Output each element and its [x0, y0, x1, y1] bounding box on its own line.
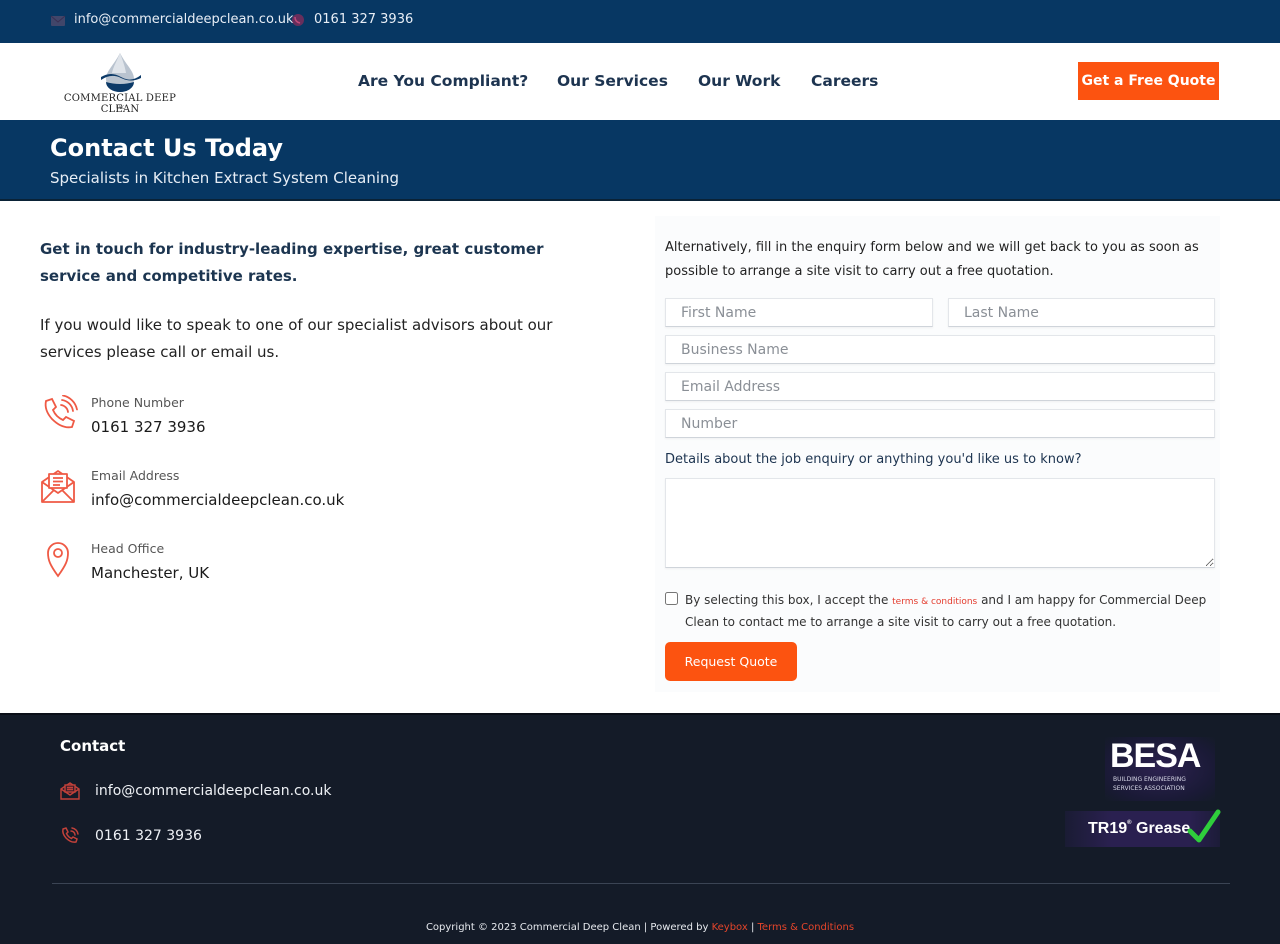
footer-email-link[interactable]: info@commercialdeepclean.co.uk: [60, 781, 331, 801]
number-input[interactable]: [665, 409, 1215, 438]
copyright-separator: |: [747, 922, 758, 933]
nav-our-work[interactable]: Our Work: [698, 72, 780, 90]
footer-phone-text: 0161 327 3936: [95, 828, 202, 844]
details-textarea[interactable]: [665, 478, 1215, 568]
first-name-input[interactable]: [665, 298, 933, 327]
top-bar: info@commercialdeepclean.co.uk 0161 327 …: [0, 0, 1280, 43]
phone-icon: [60, 826, 80, 846]
topbar-phone-text: 0161 327 3936: [314, 12, 414, 27]
tr19-text: TR19: [1088, 820, 1128, 837]
logo-subtext: UK: [116, 105, 124, 111]
nav-our-services[interactable]: Our Services: [557, 72, 668, 90]
topbar-email-link[interactable]: info@commercialdeepclean.co.uk: [50, 12, 294, 27]
besa-badge: BESA BUILDING ENGINEERING SERVICES ASSOC…: [1105, 737, 1215, 801]
water-drop-logo-icon: [101, 53, 141, 92]
tr19-suffix: Grease: [1131, 820, 1191, 837]
nav-are-you-compliant[interactable]: Are You Compliant?: [358, 72, 528, 90]
terms-conditions-link[interactable]: terms & conditions: [892, 597, 977, 607]
site-header: Commercial Deep Clean UK Are You Complia…: [0, 43, 1280, 120]
details-label: Details about the job enquiry or anythin…: [665, 452, 1082, 467]
envelope-icon: [40, 468, 78, 506]
request-quote-button[interactable]: Request Quote: [665, 642, 797, 681]
footer-heading: Contact: [60, 737, 126, 755]
enquiry-form: Alternatively, fill in the enquiry form …: [655, 216, 1220, 692]
site-footer: Contact info@commercialdeepclean.co.uk 0…: [0, 713, 1280, 944]
footer-divider: [52, 883, 1230, 884]
business-name-input[interactable]: [665, 335, 1215, 364]
topbar-phone-link[interactable]: 0161 327 3936: [290, 12, 413, 27]
page-subtitle: Specialists in Kitchen Extract System Cl…: [50, 169, 400, 187]
get-free-quote-button[interactable]: Get a Free Quote: [1078, 62, 1219, 100]
contact-email-value[interactable]: info@commercialdeepclean.co.uk: [91, 491, 344, 509]
powered-by-link[interactable]: Keybox: [712, 922, 748, 933]
tr19-grease-badge: TR19® Grease: [1065, 809, 1221, 847]
contact-phone-value[interactable]: 0161 327 3936: [91, 418, 206, 436]
phone-icon: [40, 394, 78, 433]
contact-email-label: Email Address: [91, 468, 180, 483]
last-name-input[interactable]: [948, 298, 1215, 327]
footer-email-text: info@commercialdeepclean.co.uk: [95, 783, 332, 799]
contact-phone-label: Phone Number: [91, 395, 184, 410]
nav-careers[interactable]: Careers: [811, 72, 878, 90]
envelope-icon: [60, 781, 80, 801]
intro-text: If you would like to speak to one of our…: [40, 316, 553, 361]
email-input[interactable]: [665, 372, 1215, 401]
intro-heading: Get in touch for industry-leading expert…: [40, 240, 544, 285]
besa-title: BESA: [1110, 737, 1201, 775]
page-banner: Contact Us Today Specialists in Kitchen …: [0, 120, 1280, 201]
besa-subtitle: BUILDING ENGINEERING SERVICES ASSOCIATIO…: [1113, 776, 1186, 792]
logo[interactable]: Commercial Deep Clean UK: [52, 51, 188, 115]
contact-office-label: Head Office: [91, 541, 165, 556]
footer-phone-link[interactable]: 0161 327 3936: [60, 826, 202, 846]
tr19-label: TR19® Grease: [1088, 820, 1190, 838]
checkmark-icon: [1187, 809, 1221, 843]
consent-checkbox[interactable]: [665, 592, 678, 605]
form-intro: Alternatively, fill in the enquiry form …: [665, 240, 1199, 279]
phone-icon: [290, 13, 306, 27]
consent-text-before: By selecting this box, I accept the: [685, 593, 893, 607]
copyright-bar: Copyright © 2023 Commercial Deep Clean |…: [0, 922, 1280, 933]
location-pin-icon: [40, 541, 78, 579]
logo-text: Commercial Deep Clean: [63, 93, 177, 115]
envelope-icon: [50, 13, 66, 27]
copyright-text: Copyright © 2023 Commercial Deep Clean |…: [425, 922, 712, 933]
contact-office-value: Manchester, UK: [91, 564, 210, 582]
footer-terms-link[interactable]: Terms & Conditions: [758, 922, 855, 933]
page-title: Contact Us Today: [50, 134, 283, 162]
topbar-email-text: info@commercialdeepclean.co.uk: [74, 12, 294, 27]
consent-text: By selecting this box, I accept the term…: [685, 590, 1220, 632]
